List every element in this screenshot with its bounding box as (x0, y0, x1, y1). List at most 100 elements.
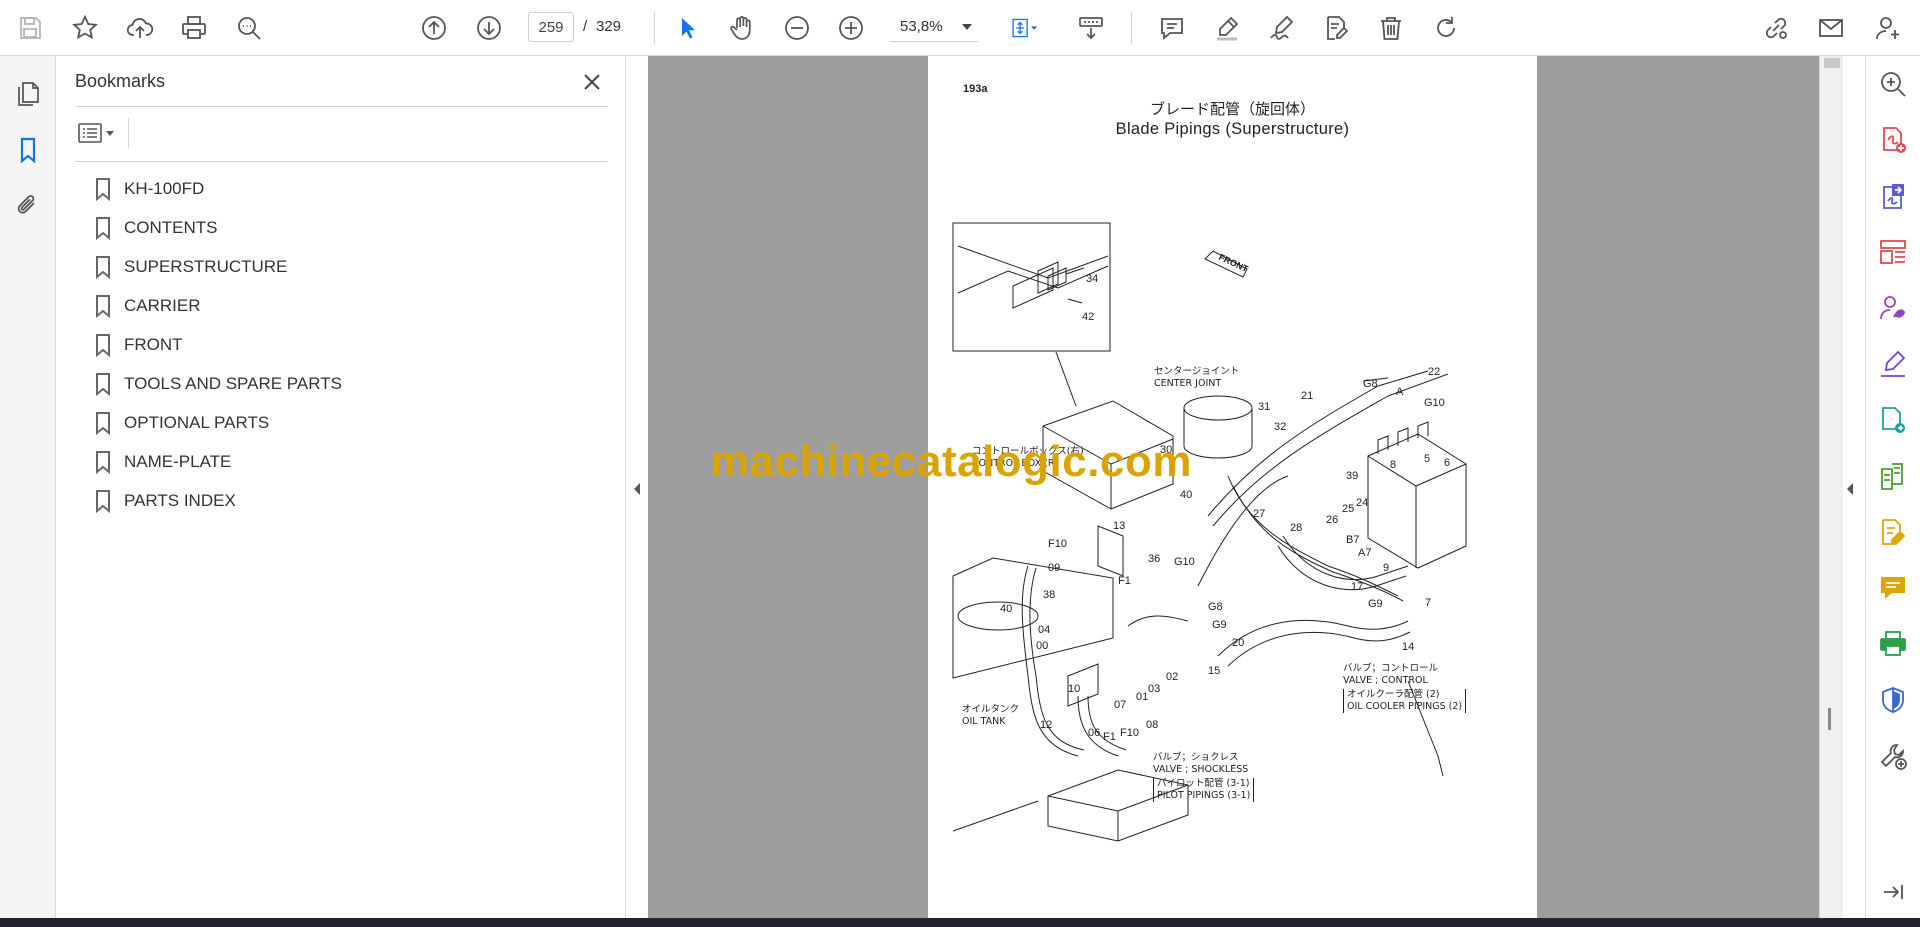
star-icon[interactable] (67, 10, 103, 46)
part-number: 38 (1043, 589, 1055, 601)
rotate-icon[interactable] (1428, 10, 1464, 46)
more-tools-icon[interactable] (1875, 738, 1911, 774)
bookmark-item[interactable]: KH-100FD (94, 169, 594, 208)
part-number: 24 (1356, 497, 1368, 509)
bookmark-icon[interactable] (10, 132, 46, 168)
divider (75, 106, 607, 107)
divider (128, 118, 129, 148)
part-number: 32 (1274, 421, 1286, 433)
part-number: 00 (1036, 640, 1048, 652)
next-page-icon[interactable] (471, 10, 507, 46)
chevron-left-icon (634, 483, 640, 495)
select-arrow-icon[interactable] (669, 10, 705, 46)
vertical-scrollbar[interactable] (1819, 56, 1843, 918)
part-number: 5 (1424, 453, 1430, 465)
prev-page-icon[interactable] (416, 10, 452, 46)
label-jp: バルブ；コントロール (1343, 663, 1439, 674)
expand-panel-icon[interactable] (1875, 874, 1911, 910)
part-number: 40 (1180, 489, 1192, 501)
edit-icon[interactable] (1318, 10, 1354, 46)
highlight-pen-icon[interactable] (1209, 10, 1245, 46)
pages-icon[interactable] (10, 76, 46, 112)
bookmark-item[interactable]: TOOLS AND SPARE PARTS (94, 364, 594, 403)
part-number: F1 (1103, 731, 1116, 743)
fill-sign-icon[interactable] (1875, 346, 1911, 382)
edit-pdf-icon[interactable] (1875, 514, 1911, 550)
part-number: 22 (1428, 366, 1440, 378)
taskbar-strip (0, 918, 1920, 927)
bookmark-icon (96, 450, 110, 474)
part-number: G8 (1363, 378, 1378, 390)
share-link-icon[interactable] (1758, 10, 1794, 46)
zoom-out-icon[interactable] (779, 10, 815, 46)
upload-cloud-icon[interactable] (122, 10, 158, 46)
label-en: VALVE ; SHOCKLESS (1153, 764, 1249, 775)
navigation-rail (0, 56, 56, 918)
label-jp: オイルタンク (962, 704, 1020, 715)
part-number: G10 (1424, 397, 1445, 409)
bookmark-item[interactable]: NAME-PLATE (94, 442, 594, 481)
search-zoom-icon[interactable] (231, 10, 267, 46)
collapse-tools-button[interactable] (1843, 478, 1857, 500)
bookmark-icon (96, 489, 110, 513)
part-number: 02 (1166, 671, 1178, 683)
part-number: 40 (1000, 603, 1012, 615)
zoom-level-select[interactable]: 53,8% (890, 12, 978, 42)
compare-files-icon[interactable] (1875, 458, 1911, 494)
print-icon[interactable] (176, 10, 212, 46)
document-viewport[interactable]: 193a ブレード配管（旋回体） Blade Pipings (Superstr… (648, 56, 1819, 918)
save-icon[interactable] (12, 10, 48, 46)
hand-icon[interactable] (724, 10, 760, 46)
watermark-text: machinecatalogic.com (710, 437, 1192, 486)
part-number: F10 (1048, 538, 1067, 550)
bookmark-item[interactable]: CARRIER (94, 286, 594, 325)
scroll-grip-handle[interactable] (1828, 708, 1831, 730)
comment-tool-icon[interactable] (1875, 570, 1911, 606)
bookmark-label: SUPERSTRUCTURE (124, 256, 288, 276)
close-icon[interactable] (576, 66, 608, 98)
bookmark-label: CARRIER (124, 295, 201, 315)
protect-icon[interactable] (1875, 682, 1911, 718)
collapse-panel-button[interactable] (630, 478, 644, 500)
bookmarks-panel: Bookmarks KH-100FD CONTENTS SUPERSTRUCTU… (56, 56, 626, 918)
part-number: 04 (1038, 624, 1050, 636)
page-number-input[interactable] (528, 12, 574, 42)
bookmark-item[interactable]: PARTS INDEX (94, 481, 594, 520)
print-production-icon[interactable] (1875, 626, 1911, 662)
part-number: 28 (1290, 522, 1302, 534)
part-number: 13 (1113, 520, 1125, 532)
scrollbar-thumb[interactable] (1824, 58, 1840, 68)
delete-icon[interactable] (1373, 10, 1409, 46)
scroll-mode-icon[interactable] (1073, 10, 1109, 46)
organize-pages-icon[interactable] (1875, 234, 1911, 270)
zoom-search-icon[interactable] (1875, 66, 1911, 102)
comment-icon[interactable] (1154, 10, 1190, 46)
send-review-icon[interactable] (1875, 402, 1911, 438)
sign-icon[interactable] (1264, 10, 1300, 46)
part-number: 15 (1208, 665, 1220, 677)
bookmark-item[interactable]: CONTENTS (94, 208, 594, 247)
bookmark-list: KH-100FD CONTENTS SUPERSTRUCTURE CARRIER… (94, 169, 594, 520)
bookmark-item[interactable]: OPTIONAL PARTS (94, 403, 594, 442)
export-pdf-icon[interactable] (1875, 178, 1911, 214)
bookmark-icon (96, 177, 110, 201)
create-pdf-icon[interactable] (1875, 122, 1911, 158)
bookmark-label: KH-100FD (124, 178, 205, 198)
bookmark-options-button[interactable] (74, 116, 122, 150)
part-number: F10 (1120, 727, 1139, 739)
fit-page-icon[interactable] (1002, 10, 1046, 46)
attachment-icon[interactable] (10, 187, 46, 223)
request-signature-icon[interactable] (1875, 290, 1911, 326)
email-icon[interactable] (1813, 10, 1849, 46)
part-number: G8 (1208, 601, 1223, 613)
account-icon[interactable] (1870, 10, 1906, 46)
label-jp: バルブ；ショクレス (1153, 752, 1239, 763)
valve-control-label: バルブ；コントロール VALVE ; CONTROL オイルクーラ配管 (2) … (1343, 663, 1467, 713)
bookmark-item[interactable]: SUPERSTRUCTURE (94, 247, 594, 286)
pdf-page: 193a ブレード配管（旋回体） Blade Pipings (Superstr… (928, 56, 1537, 918)
part-number: 6 (1444, 457, 1450, 469)
zoom-in-icon[interactable] (833, 10, 869, 46)
bookmark-item[interactable]: FRONT (94, 325, 594, 364)
label-en: CENTER JOINT (1154, 378, 1222, 389)
bookmark-label: FRONT (124, 334, 183, 354)
